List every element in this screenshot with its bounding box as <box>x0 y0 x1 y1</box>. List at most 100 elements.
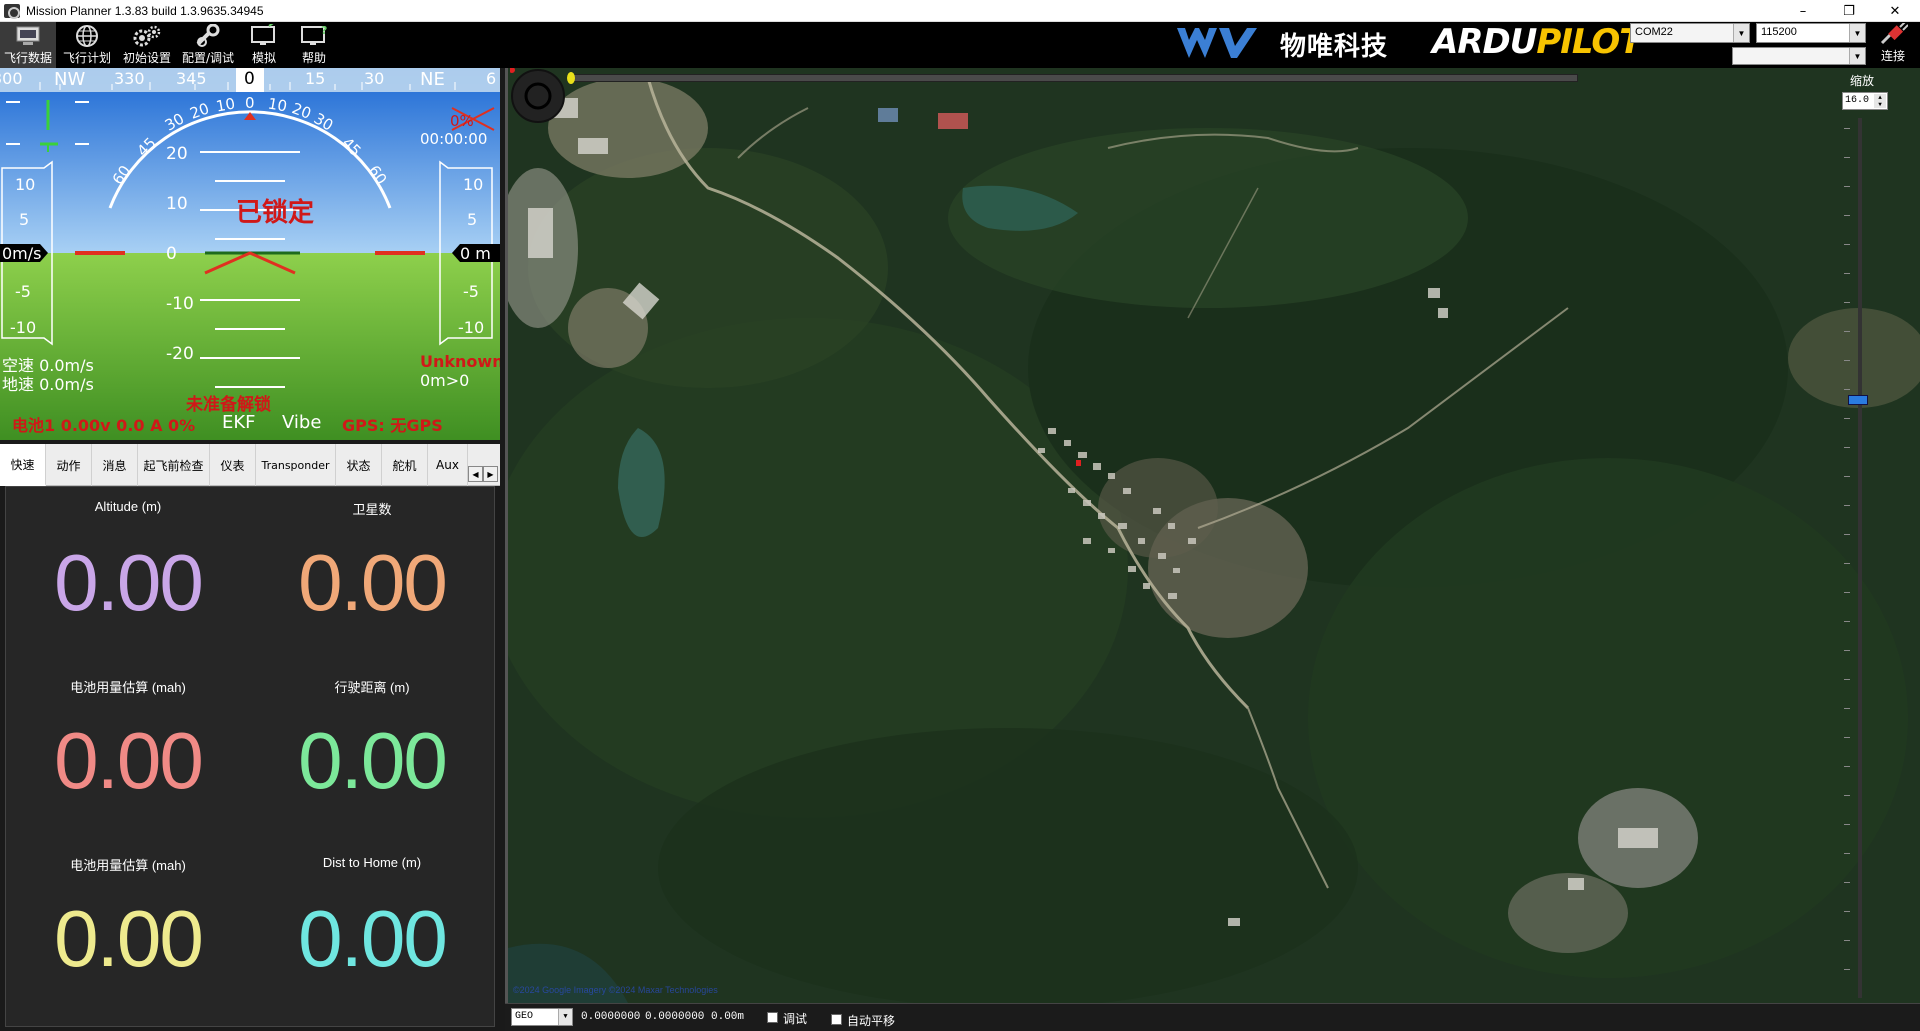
zoom-tick <box>1844 969 1850 970</box>
tab-messages[interactable]: 消息 <box>92 444 138 486</box>
connect-button[interactable]: 连接 <box>1870 22 1916 64</box>
zoom-tick <box>1844 389 1850 390</box>
quick-cell-dist-home[interactable]: Dist to Home (m) 0.00 <box>250 843 494 1021</box>
alt-tick: -10 <box>458 318 485 337</box>
speed-tick: 5 <box>19 210 30 229</box>
initial-setup-button[interactable]: 初始设置 <box>118 22 176 68</box>
close-button[interactable]: ✕ <box>1872 0 1918 22</box>
groundspeed-readout: 地速 0.0m/s <box>2 375 94 394</box>
debug-checkbox[interactable] <box>767 1012 778 1023</box>
monitor-icon <box>248 24 280 48</box>
quick-label: 电池用量估算 (mah) <box>70 858 186 873</box>
tab-status[interactable]: 状态 <box>336 444 382 486</box>
quick-cell-satellites[interactable]: 卫星数 0.00 <box>250 487 494 665</box>
pitch-label: 10 <box>166 194 188 214</box>
zoom-tick <box>1844 824 1850 825</box>
heading-label: 30 <box>364 69 385 88</box>
autopan-label: 自动平移 <box>847 1014 896 1028</box>
alt-tick: 10 <box>463 175 484 194</box>
flight-timer: 00:00:00 <box>420 130 488 148</box>
svg-text:?: ? <box>321 24 327 37</box>
tab-transponder[interactable]: Transponder <box>256 444 336 486</box>
zoom-label: 缩放 <box>1850 74 1875 88</box>
quick-cell-battery[interactable]: 电池用量估算 (mah) 0.00 <box>6 665 250 843</box>
svg-text:©2024 Google Imagery ©2024 Max: ©2024 Google Imagery ©2024 Maxar Technol… <box>513 985 718 995</box>
zoom-tick <box>1844 708 1850 709</box>
zoom-tick <box>1844 331 1850 332</box>
globe-icon <box>71 24 103 48</box>
zoom-tick <box>1844 737 1850 738</box>
zoom-tick <box>1844 186 1850 187</box>
quick-panel: Altitude (m) 0.00 卫星数 0.00 电池用量估算 (mah) … <box>5 486 495 1027</box>
quick-cell-battery-2[interactable]: 电池用量估算 (mah) 0.00 <box>6 843 250 1021</box>
compass-icon[interactable] <box>510 68 566 124</box>
main-toolbar: 飞行数据 飞行计划 初始设置 配置/调试 模拟 ? 帮助 物唯科技 ARDUPI… <box>0 22 1920 68</box>
tab-servo[interactable]: 舵机 <box>382 444 428 486</box>
quick-value: 0.00 <box>298 716 448 805</box>
port-select[interactable]: COM22 ▼ <box>1630 23 1750 43</box>
zoom-tick <box>1844 505 1850 506</box>
flight-data-button[interactable]: 飞行数据 <box>0 22 56 68</box>
link-select[interactable]: ▼ <box>1732 47 1866 65</box>
zoom-tick <box>1844 360 1850 361</box>
quick-label: 卫星数 <box>352 502 392 517</box>
heading-label: 0 <box>244 69 255 89</box>
tab-gauges[interactable]: 仪表 <box>210 444 256 486</box>
zoom-slider-track[interactable] <box>1858 118 1862 998</box>
zoom-tick <box>1844 853 1850 854</box>
vibe-status[interactable]: Vibe <box>282 412 321 433</box>
flight-plan-button[interactable]: 飞行计划 <box>58 22 116 68</box>
quick-label: Dist to Home (m) <box>322 855 422 870</box>
config-tuning-button[interactable]: 配置/调试 <box>178 22 238 68</box>
quick-cell-altitude[interactable]: Altitude (m) 0.00 <box>6 487 250 665</box>
quick-value: 0.00 <box>298 894 448 983</box>
tab-quick[interactable]: 快速 <box>0 444 46 486</box>
chevron-right-icon[interactable]: ▶ <box>483 466 498 482</box>
baud-select[interactable]: 115200 ▼ <box>1756 23 1866 43</box>
tab-aux[interactable]: Aux <box>428 444 468 486</box>
minimize-button[interactable]: – <box>1780 0 1826 22</box>
quick-cell-distance[interactable]: 行驶距离 (m) 0.00 <box>250 665 494 843</box>
plug-icon <box>1880 23 1908 45</box>
roll-label: 10 <box>266 94 289 116</box>
hud: 300 NW 330 345 0 15 30 NE 6 60 45 30 20 … <box>0 68 500 440</box>
zoom-input[interactable]: 16.0 ▲ ▼ <box>1842 92 1888 110</box>
chevron-down-icon: ▼ <box>1849 48 1865 64</box>
zoom-tick <box>1844 592 1850 593</box>
restore-button[interactable]: ❐ <box>1826 0 1872 22</box>
alt-readout: 0 m <box>460 244 491 263</box>
progress-handle[interactable] <box>567 72 575 84</box>
quick-label: 行驶距离 (m) <box>334 680 410 695</box>
satellite-map[interactable]: ©2024 Google Imagery ©2024 Maxar Technol… <box>505 68 1920 1003</box>
ekf-status[interactable]: EKF <box>222 412 256 433</box>
zoom-tick <box>1844 128 1850 129</box>
quick-value: 0.00 <box>298 538 448 627</box>
battery-status: 电池1 0.00v 0.0 A 0% <box>12 416 196 435</box>
spinner-icon[interactable]: ▲ ▼ <box>1874 94 1886 108</box>
heading-label: NW <box>54 69 86 90</box>
app-icon <box>4 3 20 19</box>
coord-mode-select[interactable]: GEO ▼ <box>511 1008 573 1026</box>
debug-label: 调试 <box>783 1012 808 1026</box>
mission-progress-bar[interactable] <box>567 72 1578 84</box>
autopan-checkbox[interactable] <box>831 1014 842 1025</box>
throttle-readout: 0% <box>450 112 474 130</box>
waypoint-readout: 0m>0 <box>420 371 470 390</box>
speed-readout: 0m/s <box>2 244 42 263</box>
roll-label: 10 <box>214 94 237 116</box>
simulation-button[interactable]: 模拟 <box>240 22 288 68</box>
quick-label: 电池用量估算 (mah) <box>70 680 186 695</box>
ardupilot-logo: ARDUPILOT <box>1432 22 1642 62</box>
tab-actions[interactable]: 动作 <box>46 444 92 486</box>
speed-tick: -10 <box>10 318 37 337</box>
zoom-tick <box>1844 534 1850 535</box>
chevron-left-icon[interactable]: ◀ <box>468 466 483 482</box>
map-imagery: ©2024 Google Imagery ©2024 Maxar Technol… <box>508 68 1920 1003</box>
armed-status: 已锁定 <box>236 198 315 228</box>
zoom-tick <box>1844 766 1850 767</box>
tab-preflight[interactable]: 起飞前检查 <box>138 444 210 486</box>
roll-label: 0 <box>245 94 255 112</box>
help-button[interactable]: ? 帮助 <box>290 22 338 68</box>
heading-label: NE <box>420 69 445 90</box>
zoom-slider-thumb[interactable] <box>1848 394 1868 405</box>
